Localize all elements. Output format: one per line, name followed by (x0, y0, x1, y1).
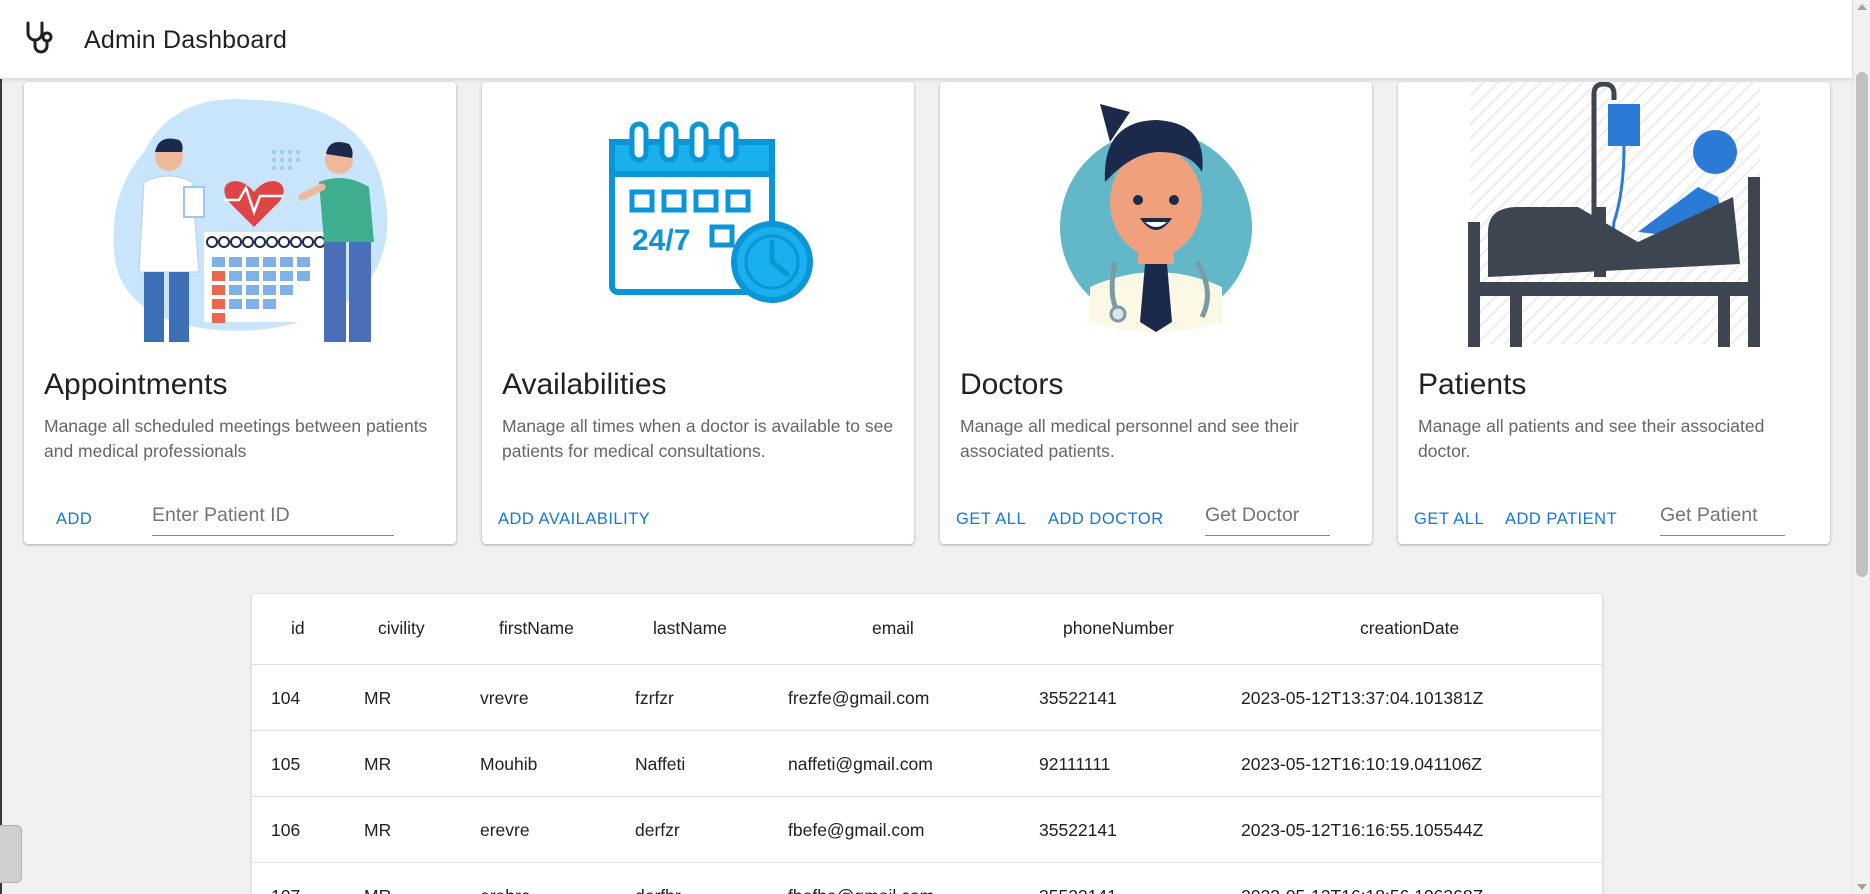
cell-creationdate: 2023-05-12T16:10:19.041106Z (1241, 754, 1482, 774)
cell-phonenumber: 35522141 (1039, 820, 1117, 840)
scrollbar-thumb[interactable] (1856, 72, 1868, 577)
cell-firstname: erevre (480, 820, 530, 840)
card-actions: ADD (24, 496, 456, 542)
cell-lastname: derfzr (635, 820, 680, 840)
doctors-card: Doctors Manage all medical personnel and… (940, 82, 1372, 544)
vertical-scrollbar[interactable] (1852, 0, 1870, 894)
cell-civility: MR (364, 886, 391, 894)
cell-lastname: fzrfzr (635, 688, 674, 708)
card-description: Manage all times when a doctor is availa… (502, 416, 894, 461)
cell-civility: MR (364, 820, 392, 840)
cell-phonenumber: 35522141 (1039, 688, 1117, 708)
cell-phonenumber: 92111111 (1039, 754, 1111, 774)
page-title: Admin Dashboard (84, 26, 288, 54)
cell-id: 106 (271, 820, 301, 840)
card-actions: ADD AVAILABILITY (482, 502, 914, 542)
get-doctor-input[interactable] (1205, 496, 1330, 534)
patient-id-input[interactable] (152, 496, 394, 534)
cell-firstname: Mouhib (480, 754, 538, 774)
get-patient-field[interactable] (1660, 496, 1785, 536)
card-title: Doctors (960, 368, 1064, 401)
patient-id-field[interactable] (152, 496, 394, 536)
card-title: Availabilities (502, 368, 667, 401)
cell-lastname: derfbr (635, 886, 681, 894)
get-all-patients-button[interactable]: GET ALL (1414, 502, 1484, 536)
patients-table: id civility firstName lastName email pho… (252, 594, 1602, 894)
cell-email: fbefbe@gmail.com (788, 886, 934, 894)
column-header-firstname[interactable]: firstName (499, 618, 574, 639)
cell-firstname: erebre (480, 886, 531, 894)
patients-card: Patients Manage all patients and see the… (1398, 82, 1830, 544)
table-row[interactable]: 107 MR erebre derfbr fbefbe@gmail.com 35… (252, 863, 1602, 894)
cell-phonenumber: 35522141 (1039, 886, 1117, 894)
cell-email: frezfe@gmail.com (788, 688, 930, 708)
table-row[interactable]: 104 MR vrevre fzrfzr frezfe@gmail.com 35… (252, 665, 1602, 731)
column-header-civility[interactable]: civility (378, 618, 425, 639)
doctor-patient-calendar-illustration (113, 99, 388, 342)
cell-lastname: Naffeti (635, 754, 686, 774)
cell-id: 105 (271, 754, 301, 774)
stethoscope-icon (26, 21, 53, 54)
table-header-row: id civility firstName lastName email pho… (252, 594, 1602, 665)
column-header-id[interactable]: id (291, 618, 305, 639)
table-row[interactable]: 105 MR Mouhib Naffeti naffeti@gmail.com … (252, 731, 1602, 797)
add-doctor-button[interactable]: ADD DOCTOR (1048, 502, 1164, 536)
window-edge (0, 0, 2, 894)
add-appointment-button[interactable]: ADD (56, 502, 92, 536)
cell-creationdate: 2023-05-12T13:37:04.101381Z (1241, 688, 1484, 708)
column-header-phonenumber[interactable]: phoneNumber (1063, 618, 1174, 639)
doctor-avatar-illustration (1060, 104, 1252, 332)
card-actions: GET ALL ADD DOCTOR (940, 496, 1372, 542)
cell-email: naffeti@gmail.com (788, 754, 933, 774)
column-header-creationdate[interactable]: creationDate (1360, 618, 1459, 639)
card-actions: GET ALL ADD PATIENT (1398, 496, 1830, 542)
add-availability-button[interactable]: ADD AVAILABILITY (498, 502, 650, 536)
column-header-lastname[interactable]: lastName (653, 618, 727, 639)
cell-civility: MR (364, 688, 392, 708)
scroll-down-icon[interactable] (1857, 884, 1867, 890)
cell-civility: MR (364, 754, 392, 774)
card-title: Appointments (44, 368, 228, 401)
get-doctor-field[interactable] (1205, 496, 1330, 536)
table-row[interactable]: 106 MR erevre derfzr fbefe@gmail.com 355… (252, 797, 1602, 863)
cell-email: fbefe@gmail.com (788, 820, 925, 840)
floating-widget-handle[interactable] (0, 825, 22, 883)
card-title: Patients (1418, 368, 1527, 401)
add-patient-button[interactable]: ADD PATIENT (1505, 502, 1617, 536)
cell-creationdate: 2023-05-12T16:18:56.106368Z (1241, 886, 1483, 894)
hospital-bed-patient-illustration (1468, 82, 1760, 347)
cell-creationdate: 2023-05-12T16:16:55.105544Z (1241, 820, 1484, 840)
column-header-email[interactable]: email (872, 618, 914, 639)
svg-text:24/7: 24/7 (632, 224, 690, 257)
get-all-doctors-button[interactable]: GET ALL (956, 502, 1026, 536)
cell-id: 107 (271, 886, 300, 894)
cell-id: 104 (271, 688, 301, 708)
card-description: Manage all medical personnel and see the… (960, 416, 1299, 461)
availabilities-card: 24/7 Availabilities Manage all times whe… (482, 82, 914, 544)
card-description: Manage all scheduled meetings between pa… (44, 416, 428, 461)
card-description: Manage all patients and see their associ… (1418, 416, 1765, 461)
app-bar: Admin Dashboard (0, 0, 1852, 79)
calendar-24-7-clock-illustration: 24/7 (609, 121, 813, 303)
appointments-card: Appointments Manage all scheduled meetin… (24, 82, 456, 544)
get-patient-input[interactable] (1660, 496, 1785, 534)
scroll-up-icon[interactable] (1857, 4, 1867, 10)
cell-firstname: vrevre (480, 688, 529, 708)
